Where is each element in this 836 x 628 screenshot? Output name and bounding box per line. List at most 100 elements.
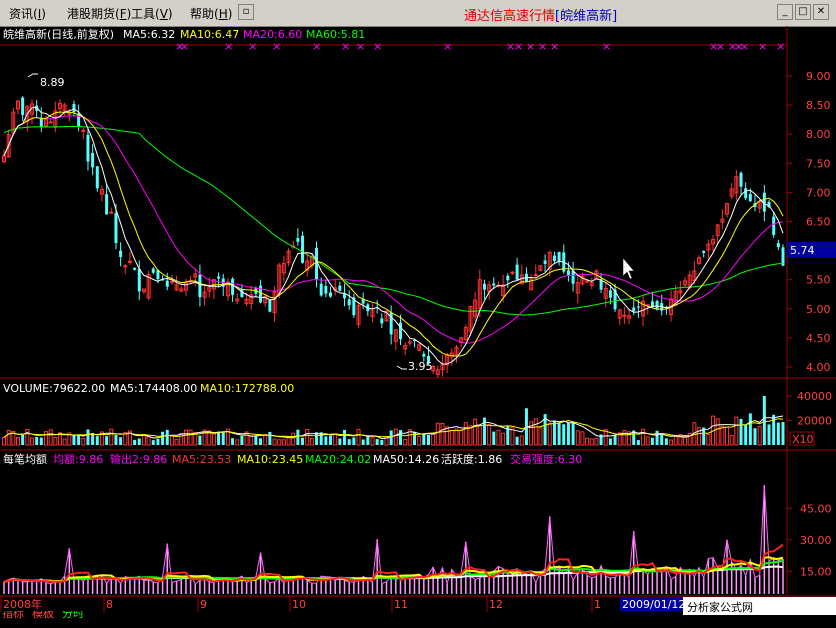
volume-bar [272,438,277,446]
signal-markers: ×× × × × × × × × × ×× × × × × ×× ××× × × [175,40,785,53]
mouse-cursor-icon [622,257,635,280]
volume-bar [552,420,556,445]
volume-bar [249,435,254,446]
candle-body [622,314,627,317]
volume-bar [86,429,90,445]
candle-body [347,299,351,306]
volume-bar [338,438,342,445]
volume-bar [492,431,496,445]
indicator-strength: 交易强度:6.30 [510,452,582,466]
candle-body [21,97,25,115]
ma5-line [3,106,784,365]
volume-bar [333,433,338,446]
signal-marker: × [550,40,559,53]
candle-body [105,194,109,215]
signal-marker: × [224,40,233,53]
volume-bar [435,422,440,446]
candle-body [655,300,659,310]
indicator-avg: 均额:9.86 [53,453,103,466]
indicator-tick-label: 45.00 [800,502,832,515]
volume-bar [263,433,268,446]
candle-body [552,255,556,262]
volume-bar [48,429,53,446]
volume-bar [231,438,235,445]
volume-bar [15,437,20,446]
price-tick-label: 8.00 [806,128,831,141]
signal-marker: × [740,40,749,53]
volume-bar [650,437,654,445]
volume-bar [757,425,762,446]
volume-bar [589,438,594,446]
signal-marker: × [776,40,785,53]
menu-hk-futures[interactable]: 港股期货(F) [67,5,131,22]
indicator-ma50: MA50:14.26 [373,453,439,466]
volume-bar [105,436,109,445]
volume-bar [454,428,459,446]
candle-body [301,235,305,263]
volume-bar [776,422,780,445]
volume-bar [146,436,151,446]
volume-bar [473,418,478,446]
candle-body [776,243,780,248]
menu-bar: 资讯(I) 港股期货(F) 工具(V) 帮助(H) ▫ 通达信高速行情[皖维高新… [0,0,836,27]
maximize-icon[interactable]: □ [795,4,811,20]
tab-indicator[interactable]: 指标 [2,611,24,619]
close-icon[interactable]: ✕ [813,4,829,20]
signal-marker: × [602,40,611,53]
menu-tools[interactable]: 工具(V) [131,5,173,22]
candle-body [338,285,342,291]
volume-bar [81,438,86,446]
minimize-icon[interactable]: _ [777,4,793,20]
watermark-logo: 分析家公式网 www.88gs.com [683,597,836,628]
volume-bar [301,437,305,445]
candle-body [772,216,776,235]
volume-bar [636,440,640,445]
volume-label: VOLUME:79622.00 [3,382,105,395]
volume-bar [767,424,771,445]
volume-bar [575,430,580,446]
volume-bar [380,440,384,445]
menu-news[interactable]: 资讯(I) [9,5,46,22]
volume-tick-label: 20000 [797,415,832,428]
volume-bar [43,431,48,446]
volume-bar [585,437,590,446]
restore-icon[interactable]: ▫ [238,4,254,20]
volume-bar [169,435,174,446]
indicator-tick-label: 15.00 [800,565,832,578]
candle-body [739,172,743,187]
volume-bar [422,434,426,445]
volume-bars [2,396,785,446]
volume-bar [417,436,422,446]
candle-body [492,283,496,286]
volume-bar [95,436,99,445]
indicator-tick-label: 30.00 [800,534,832,547]
volume-bar [547,422,552,446]
volume-bar [664,438,668,445]
volume-bar [496,429,501,446]
kline-chart[interactable]: 9.008.508.007.507.006.506.005.505.004.50… [0,26,836,619]
candle-body [95,166,99,189]
indicator-activity: 活跃度:1.86 [441,452,502,466]
volume-bar [35,437,39,445]
volume-bar [375,439,379,445]
tab-template[interactable]: 模板 [32,611,54,619]
low-price-label: 3.95 [408,360,433,373]
tab-intraday[interactable]: 分时 [62,611,84,619]
candle-body [296,238,300,242]
price-tick-label: 4.00 [806,361,831,374]
volume-bar [356,428,361,446]
volume-bar [324,436,328,445]
volume-bar [571,422,575,445]
menu-help[interactable]: 帮助(H) [190,5,232,22]
volume-bar [156,438,160,445]
candle-body [422,353,426,357]
candle-body [702,250,706,253]
signal-marker: × [373,40,382,53]
volume-bar [137,438,141,445]
volume-bar [706,434,711,446]
volume-bar [235,439,240,446]
date-tick-label: 10 [292,598,306,611]
volume-ma10-readout: MA10:172788.00 [200,382,294,395]
signal-marker: × [538,40,547,53]
candle-body [748,194,752,202]
